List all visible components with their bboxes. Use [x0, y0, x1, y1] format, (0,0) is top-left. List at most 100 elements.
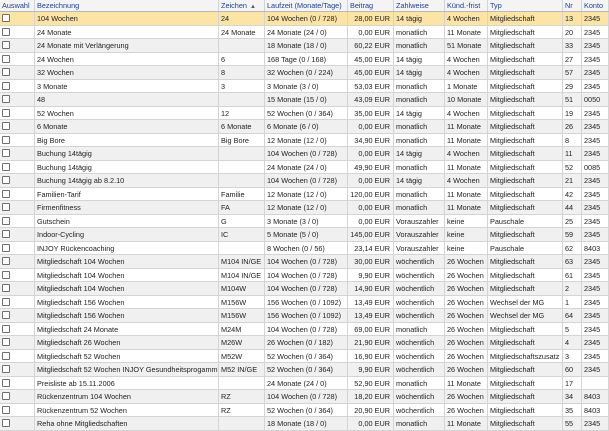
row-select-checkbox[interactable]: [2, 68, 10, 76]
row-select-checkbox[interactable]: [2, 135, 10, 144]
table-row[interactable]: Mitgliedschaft 104 Wochen M104W 104 Wochen…: [0, 282, 609, 296]
table-row[interactable]: Mitgliedschaft 26 Wochen M26W 26 Wochen (0…: [0, 336, 609, 350]
cell-beitrag: 16,90 EUR: [348, 349, 394, 362]
cell-nr: 2: [563, 282, 582, 295]
row-select-checkbox[interactable]: [2, 27, 10, 36]
row-select-checkbox[interactable]: [2, 189, 10, 198]
cell-zeichen: M26W: [219, 336, 265, 349]
table-row[interactable]: 32 Wochen 8 32 Wochen (0 / 224) 45,00 EUR 14…: [0, 66, 609, 80]
cell-typ: Mitgliedschaft: [488, 390, 563, 403]
cell-zeichen: 3: [219, 79, 265, 92]
row-select-checkbox[interactable]: [2, 324, 10, 333]
row-select-checkbox[interactable]: [2, 108, 10, 117]
row-select-checkbox[interactable]: [2, 216, 10, 225]
table-row[interactable]: Mitgliedschaft 156 Wochen M156W 156 Wochen…: [0, 295, 609, 309]
cell-zahlweise: monatlich: [394, 93, 445, 106]
table-row[interactable]: 48 15 Monate (15 / 0) 43,09 EUR monatlich 10…: [0, 93, 609, 107]
cell-konto: 8403: [582, 403, 609, 416]
row-select-checkbox[interactable]: [2, 284, 10, 292]
cell-konto: 2345: [582, 12, 609, 25]
row-select-checkbox[interactable]: [2, 149, 10, 157]
table-row[interactable]: Familien-Tarif Familie 12 Monate (12 / 0) 1…: [0, 187, 609, 201]
column-header-bezeichnung[interactable]: Bezeichnung: [35, 0, 219, 11]
cell-beitrag: 35,00 EUR: [348, 106, 394, 119]
table-row[interactable]: 24 Monate 24 Monate 24 Monate (24 / 0) 0,00…: [0, 25, 609, 39]
table-row[interactable]: 24 Wochen 6 168 Tage (0 / 168) 45,00 EUR 14 …: [0, 52, 609, 66]
cell-bezeichnung: Mitgliedschaft 104 Wochen: [35, 268, 219, 281]
row-select-checkbox[interactable]: [2, 162, 10, 171]
column-header-konto[interactable]: Konto: [582, 0, 609, 11]
row-select-checkbox[interactable]: [2, 392, 10, 400]
cell-bezeichnung: 52 Wochen: [35, 106, 219, 119]
cell-kuend: 26 Wochen: [445, 282, 488, 295]
table-row[interactable]: Mitgliedschaft 104 Wochen M104 IN/GE 104 W…: [0, 255, 609, 269]
cell-zeichen: M24M: [219, 322, 265, 335]
table-row[interactable]: Buchung 14tägig ab 8.2.10 104 Wochen (0 /…: [0, 174, 609, 188]
row-select-checkbox[interactable]: [2, 243, 10, 252]
table-row[interactable]: Buchung 14tägig 24 Monate (24 / 0) 49,90 E…: [0, 160, 609, 174]
row-select-checkbox[interactable]: [2, 122, 10, 130]
row-select-checkbox[interactable]: [2, 81, 10, 90]
cell-bezeichnung: Big Bore: [35, 133, 219, 146]
cell-laufzeit: 52 Wochen (0 / 364): [265, 349, 348, 362]
row-select-checkbox[interactable]: [2, 297, 10, 306]
table-row[interactable]: Buchung 14tägig 104 Wochen (0 / 728) 0,00 …: [0, 147, 609, 161]
table-row[interactable]: Mitgliedschaft 156 Wochen M156W 156 Wochen…: [0, 309, 609, 323]
table-row[interactable]: 24 Monate mit Verlängerung 18 Monate (18 …: [0, 39, 609, 53]
table-row[interactable]: Rückenzentrum 52 Wochen RZ 52 Wochen (0 / …: [0, 403, 609, 417]
table-row[interactable]: Reha ohne Mitgliedschaften 18 Monate (18 …: [0, 417, 609, 431]
table-row[interactable]: 6 Monate 6 Monate 6 Monate (6 / 0) 0,00 EUR…: [0, 120, 609, 134]
column-header-nr[interactable]: Nr: [563, 0, 582, 11]
table-row[interactable]: INJOY Rückencoaching 8 Wochen (0 / 56) 23,…: [0, 241, 609, 255]
table-row[interactable]: 3 Monate 3 3 Monate (3 / 0) 53,03 EUR monatl…: [0, 79, 609, 93]
row-select-checkbox[interactable]: [2, 405, 10, 414]
table-row[interactable]: Mitgliedschaft 104 Wochen M104 IN/GE 104 W…: [0, 268, 609, 282]
table-row[interactable]: Firmenfitness FA 12 Monate (12 / 0) 0,00 EU…: [0, 201, 609, 215]
column-header-kuend[interactable]: Künd.-frist: [445, 0, 488, 11]
column-header-auswahl[interactable]: Auswahl: [0, 0, 35, 11]
select-cell: [0, 349, 35, 362]
row-select-checkbox[interactable]: [2, 95, 10, 103]
cell-zeichen: FA: [219, 201, 265, 214]
column-header-zeichen[interactable]: Zeichen ▲: [219, 0, 265, 11]
row-select-checkbox[interactable]: [2, 365, 10, 373]
table-row[interactable]: 52 Wochen 12 52 Wochen (0 / 364) 35,00 EUR 1…: [0, 106, 609, 120]
row-select-checkbox[interactable]: [2, 338, 10, 346]
table-row[interactable]: Gutschein G 3 Monate (3 / 0) 0,00 EUR Voraus…: [0, 214, 609, 228]
row-select-checkbox[interactable]: [2, 419, 10, 427]
row-select-checkbox[interactable]: [2, 230, 10, 238]
row-select-checkbox[interactable]: [2, 270, 10, 279]
column-header-laufzeit[interactable]: Laufzeit (Monate/Tage): [265, 0, 348, 11]
cell-bezeichnung: Mitgliedschaft 104 Wochen: [35, 255, 219, 268]
row-select-checkbox[interactable]: [2, 54, 10, 63]
table-row[interactable]: 104 Wochen 24 104 Wochen (0 / 728) 28,00 EU…: [0, 12, 609, 26]
cell-zahlweise: wöchentlich: [394, 295, 445, 308]
row-select-checkbox[interactable]: [2, 14, 10, 22]
row-select-checkbox[interactable]: [2, 311, 10, 319]
table-row[interactable]: Preisliste ab 15.11.2006 24 Monate (24 / …: [0, 376, 609, 390]
cell-konto: 2345: [582, 228, 609, 241]
cell-bezeichnung: Reha ohne Mitgliedschaften: [35, 417, 219, 430]
row-select-checkbox[interactable]: [2, 257, 10, 265]
row-select-checkbox[interactable]: [2, 378, 10, 387]
cell-zeichen: 6: [219, 52, 265, 65]
table-row[interactable]: Mitgliedschaft 52 Wochen INJOY Gesundhei…: [0, 363, 609, 377]
table-row[interactable]: Mitgliedschaft 24 Monate M24M 104 Wochen (…: [0, 322, 609, 336]
row-select-checkbox[interactable]: [2, 351, 10, 360]
row-select-checkbox[interactable]: [2, 176, 10, 184]
cell-kuend: 26 Wochen: [445, 295, 488, 308]
row-select-checkbox[interactable]: [2, 203, 10, 211]
column-header-zahlweise[interactable]: Zahlweise: [394, 0, 445, 11]
cell-bezeichnung: Indoor-Cycling: [35, 228, 219, 241]
column-header-label: Zahlweise: [396, 1, 429, 10]
table-row[interactable]: Big Bore Big Bore 12 Monate (12 / 0) 34,90 …: [0, 133, 609, 147]
table-row[interactable]: Rückenzentrum 104 Wochen RZ 104 Wochen (0 …: [0, 390, 609, 404]
column-header-typ[interactable]: Typ: [488, 0, 563, 11]
table-row[interactable]: Mitgliedschaft 52 Wochen M52W 52 Wochen (0…: [0, 349, 609, 363]
cell-bezeichnung: Mitgliedschaft 156 Wochen: [35, 295, 219, 308]
table-row[interactable]: Indoor-Cycling IC 5 Monate (5 / 0) 145,00 E…: [0, 228, 609, 242]
cell-typ: Mitgliedschaft: [488, 174, 563, 187]
row-select-checkbox[interactable]: [2, 41, 10, 49]
cell-bezeichnung: Mitgliedschaft 26 Wochen: [35, 336, 219, 349]
column-header-beitrag[interactable]: Beitrag: [348, 0, 394, 11]
